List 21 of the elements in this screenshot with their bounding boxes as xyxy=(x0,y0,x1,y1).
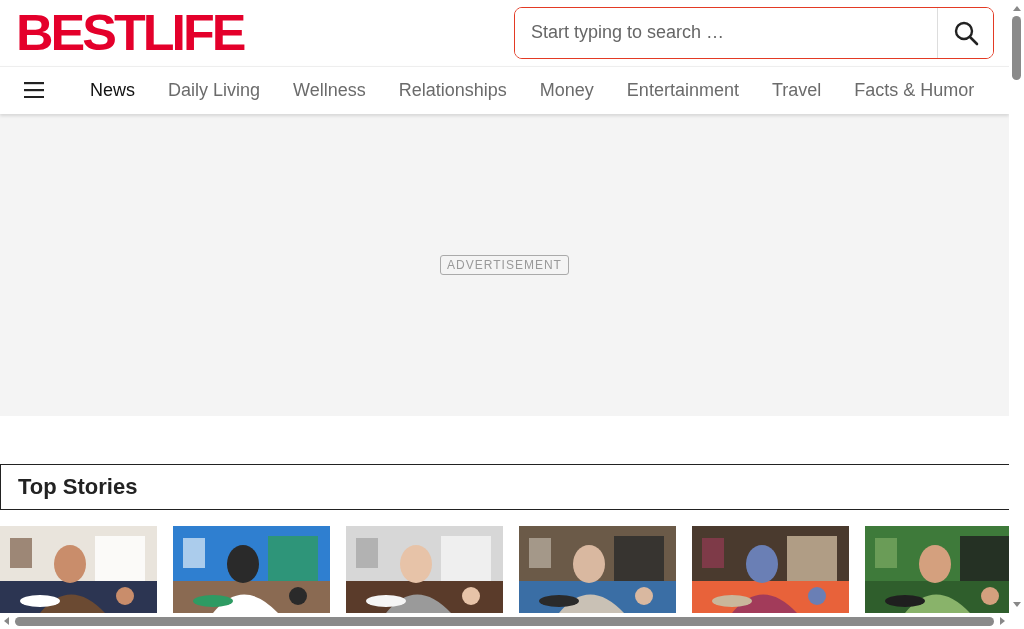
nav-link[interactable]: Money xyxy=(539,79,594,101)
nav-link[interactable]: News xyxy=(90,79,135,101)
site-logo[interactable]: BESTLIFE xyxy=(16,8,244,58)
scroll-down-icon xyxy=(1012,602,1021,607)
nav-link[interactable]: Daily Living xyxy=(168,79,261,101)
menu-icon xyxy=(24,82,44,99)
scroll-right-icon xyxy=(1000,617,1005,626)
nav-link[interactable]: Facts & Humor xyxy=(854,79,975,101)
scroll-left-icon xyxy=(4,617,9,626)
scrollbar-thumb[interactable] xyxy=(15,616,994,626)
search-icon xyxy=(952,19,979,46)
nav-link[interactable]: Wellness xyxy=(293,79,366,101)
nav-link[interactable]: Relationships xyxy=(398,79,507,101)
search-field[interactable]: Start typing to search … xyxy=(514,6,994,59)
search-button[interactable] xyxy=(937,7,993,58)
nav-link[interactable]: Entertainment xyxy=(626,79,739,101)
section-title: Top Stories xyxy=(18,474,138,501)
ad-label: ADVERTISEMENT xyxy=(440,255,569,276)
scrollbar-thumb[interactable] xyxy=(1012,16,1021,80)
scroll-up-icon xyxy=(1012,6,1021,11)
nav-link[interactable]: Travel xyxy=(771,79,822,101)
